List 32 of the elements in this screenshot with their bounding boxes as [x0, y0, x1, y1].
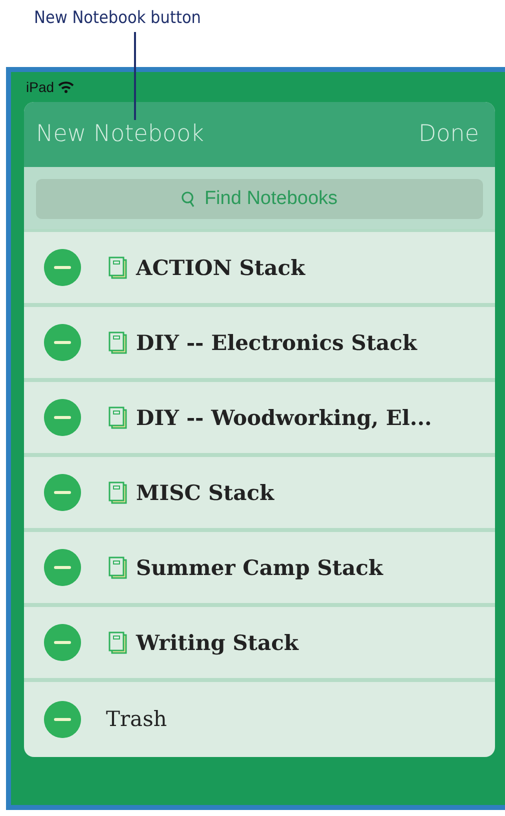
search-placeholder: Find Notebooks [204, 186, 338, 211]
notebook-icon [108, 256, 128, 280]
notebook-row[interactable]: ACTION Stack [24, 232, 495, 307]
notebook-row[interactable]: DIY -- Woodworking, El... [24, 382, 495, 457]
notebook-name: Trash [106, 706, 167, 733]
delete-icon[interactable] [44, 324, 81, 361]
delete-icon[interactable] [44, 549, 81, 586]
callout-label: New Notebook button [34, 7, 201, 30]
delete-icon[interactable] [44, 474, 81, 511]
notebook-row[interactable]: Writing Stack [24, 607, 495, 682]
notebook-name: DIY -- Electronics Stack [136, 328, 417, 357]
notebook-row[interactable]: DIY -- Electronics Stack [24, 307, 495, 382]
notebook-name: ACTION Stack [136, 254, 306, 282]
notebook-icon [108, 480, 128, 504]
notebook-name: Writing Stack [136, 628, 298, 657]
device-name: iPad [26, 78, 54, 96]
delete-icon[interactable] [44, 399, 81, 436]
notebook-row[interactable]: MISC Stack [24, 457, 495, 532]
delete-icon[interactable] [44, 701, 81, 738]
notebook-icon [108, 630, 128, 654]
search-icon [181, 190, 196, 208]
notebook-icon [108, 556, 128, 580]
notebook-name: DIY -- Woodworking, El... [136, 404, 432, 432]
delete-icon[interactable] [44, 624, 81, 661]
delete-icon[interactable] [44, 249, 81, 286]
wifi-icon [58, 81, 74, 93]
notebook-name: MISC Stack [136, 478, 274, 507]
notebook-icon [108, 330, 128, 354]
notebook-name: Summer Camp Stack [136, 554, 383, 582]
notebook-icon [108, 406, 128, 430]
notebook-row[interactable]: Trash [24, 682, 495, 757]
notebook-row[interactable]: Summer Camp Stack [24, 532, 495, 607]
